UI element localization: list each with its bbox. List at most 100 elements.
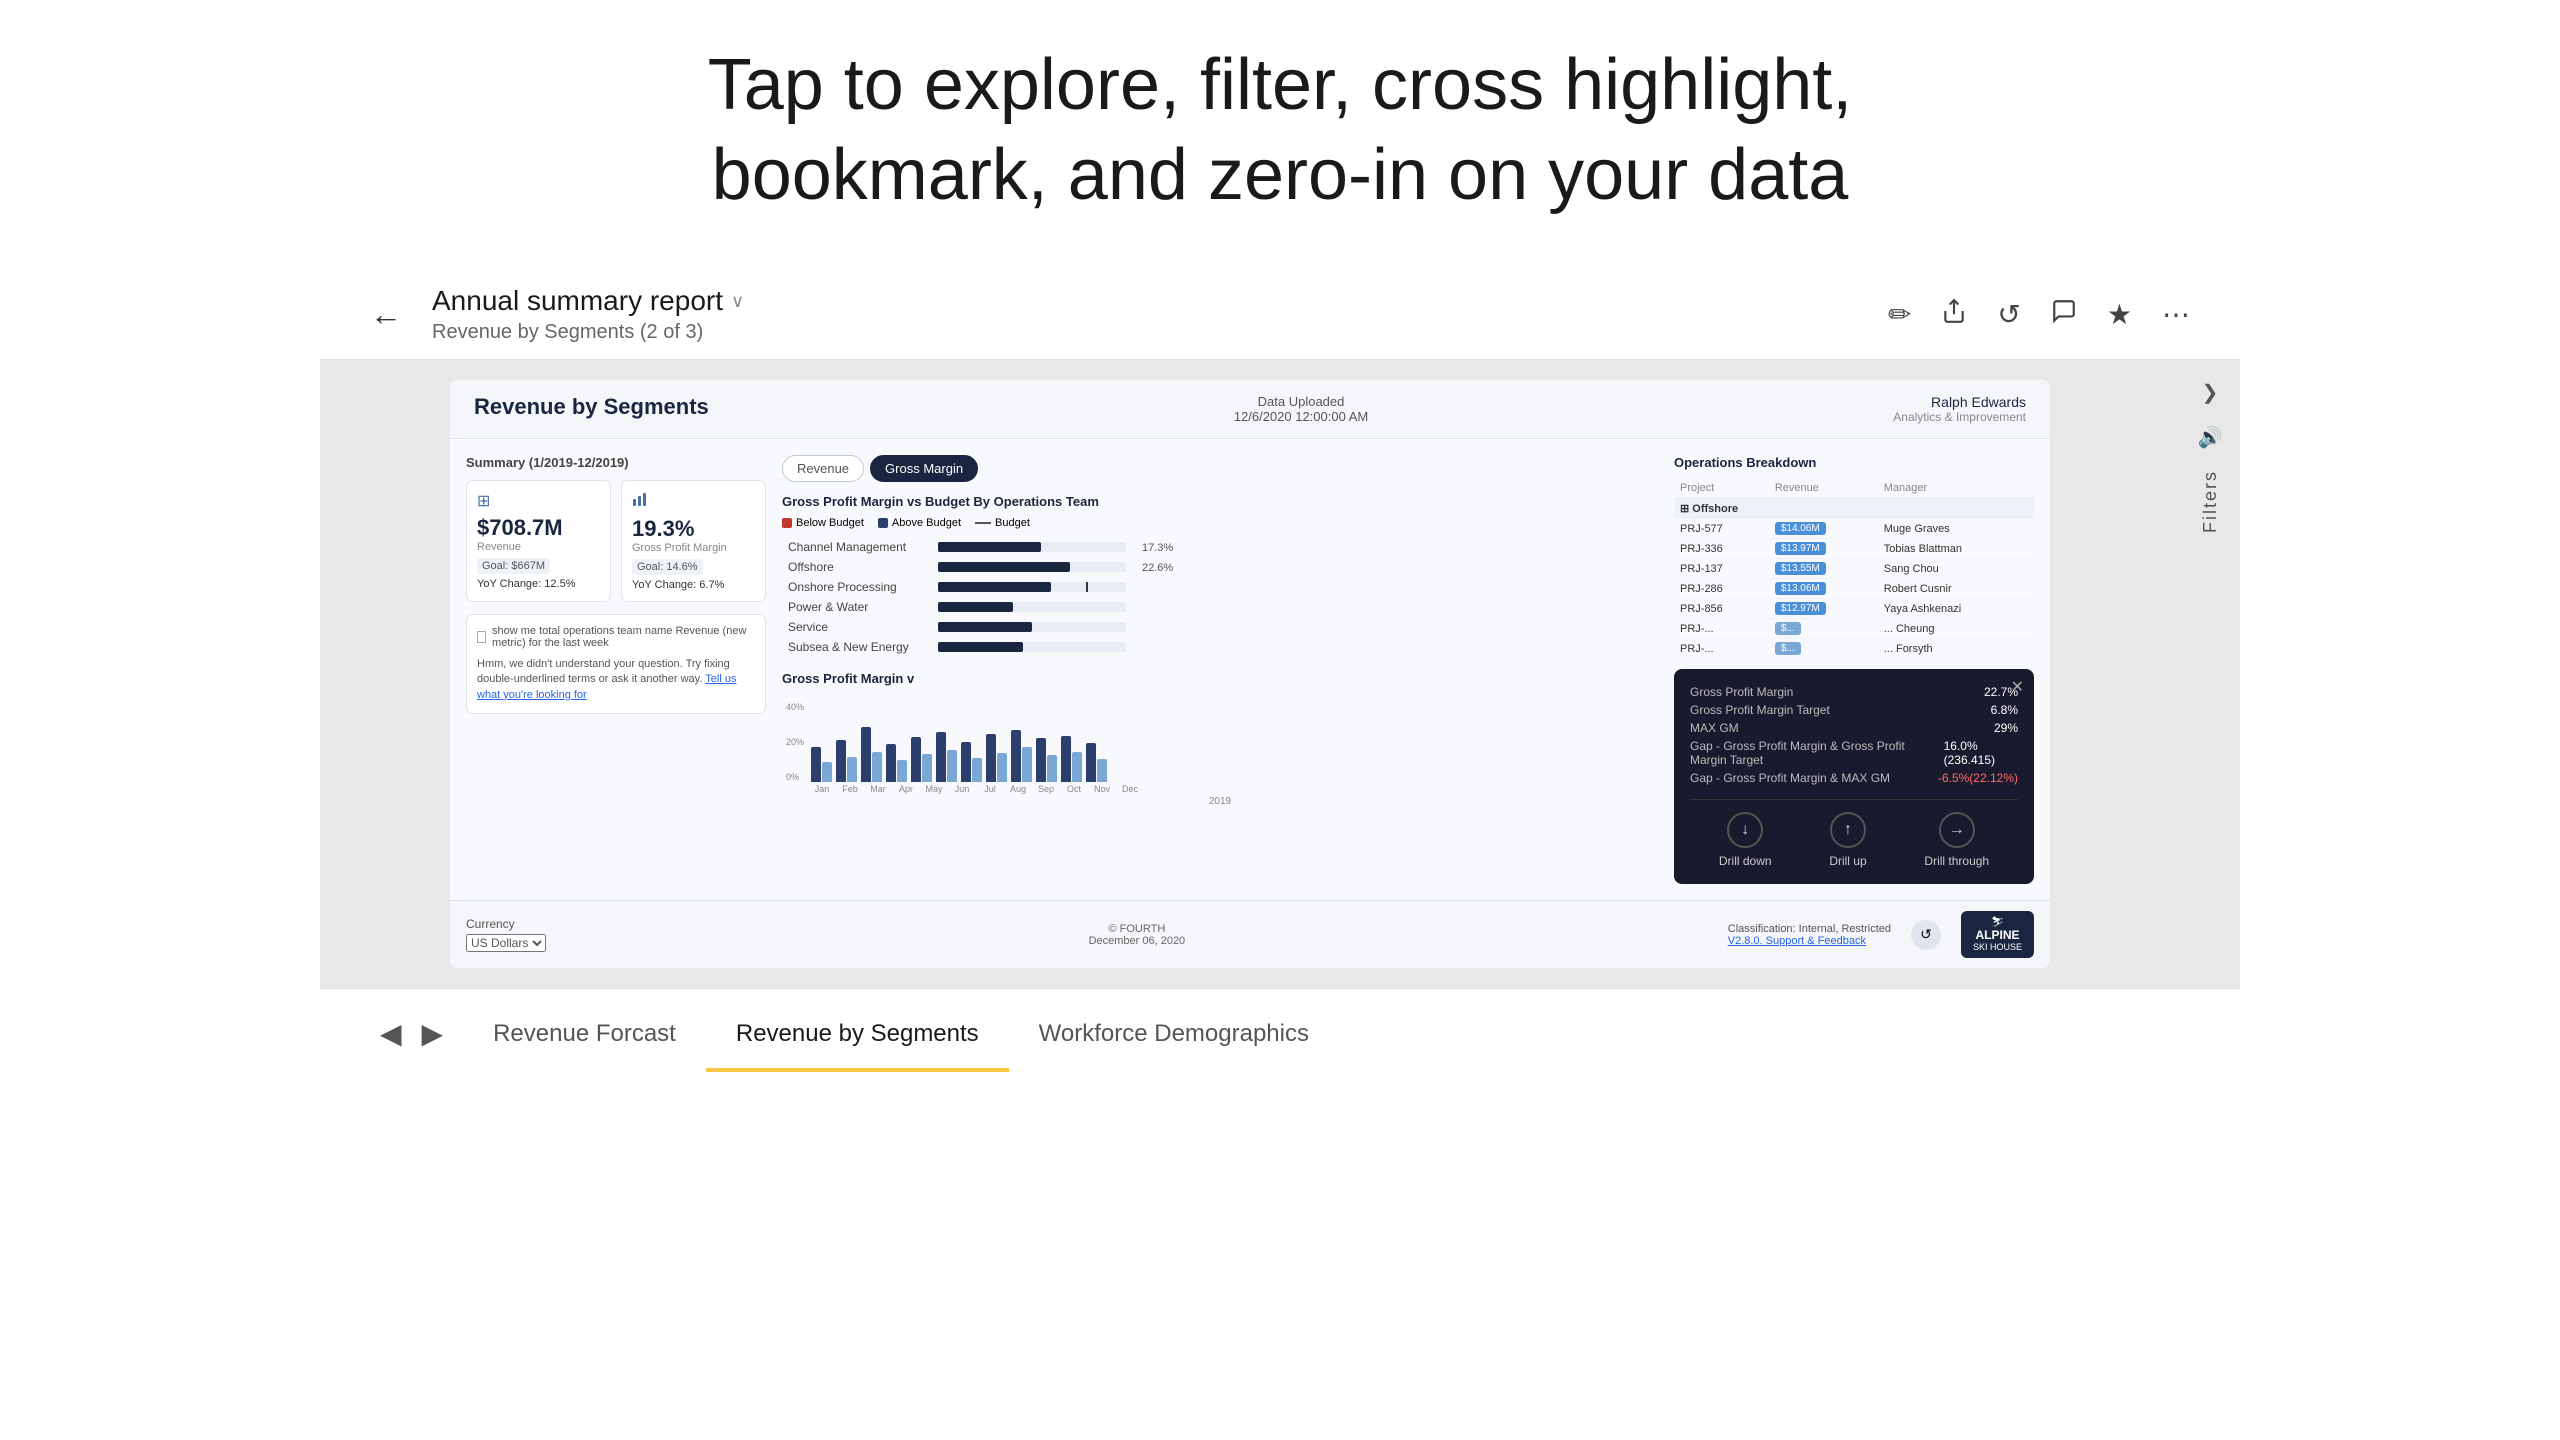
bar-cell bbox=[932, 557, 1132, 577]
bar-row-power: Power & Water bbox=[782, 597, 1658, 617]
tooltip-close-button[interactable]: ✕ bbox=[2011, 677, 2024, 697]
tooltip-label: Gross Profit Margin bbox=[1690, 685, 1793, 699]
mini-bar-light bbox=[947, 750, 957, 782]
tab-next-button[interactable]: ▶ bbox=[422, 1017, 444, 1050]
bar-pct: 22.6% bbox=[1132, 557, 1658, 577]
footer-undo-button[interactable]: ↺ bbox=[1911, 920, 1941, 950]
mini-bar-dark bbox=[911, 737, 921, 782]
nav-chevron-icon[interactable]: ∨ bbox=[731, 291, 744, 312]
tab-workforce-demographics[interactable]: Workforce Demographics bbox=[1009, 1000, 1339, 1072]
back-button[interactable]: ← bbox=[370, 296, 402, 333]
sidebar-collapse-button[interactable]: ❯ bbox=[2202, 380, 2219, 405]
hero-heading: Tap to explore, filter, cross highlight,… bbox=[708, 40, 1853, 220]
sidebar-speaker-icon[interactable]: 🔊 bbox=[2198, 425, 2223, 450]
bar-fill bbox=[938, 542, 1041, 552]
mini-bar-light bbox=[997, 753, 1007, 782]
chat-checkbox[interactable] bbox=[477, 631, 486, 643]
dashboard-viewport: Revenue by Segments Data Uploaded 12/6/2… bbox=[320, 360, 2180, 988]
bar-group-apr bbox=[886, 744, 907, 782]
kpi-gpm: 19.3% Gross Profit Margin Goal: 14.6% Yo… bbox=[621, 480, 766, 602]
mini-bar-dark bbox=[936, 732, 946, 782]
bar-label: Offshore bbox=[782, 557, 932, 577]
bar-group-nov bbox=[1061, 736, 1082, 782]
offshore-group-header: ⊞ Offshore bbox=[1674, 499, 2034, 519]
app-frame: ← Annual summary report ∨ Revenue by Seg… bbox=[320, 270, 2240, 1078]
tooltip-row-gap2: Gap - Gross Profit Margin & MAX GM -6.5%… bbox=[1690, 771, 2018, 785]
drill-down-button[interactable]: ↓ Drill down bbox=[1719, 812, 1772, 868]
content-area: Revenue by Segments Data Uploaded 12/6/2… bbox=[320, 360, 2240, 988]
project-revenue: $... bbox=[1769, 619, 1878, 639]
drill-up-icon: ↑ bbox=[1830, 812, 1866, 848]
bar-bg bbox=[938, 622, 1126, 632]
dashboard-inner: Revenue by Segments Data Uploaded 12/6/2… bbox=[450, 380, 2050, 968]
chart-section-title: Gross Profit Margin vs Budget By Operati… bbox=[782, 494, 1658, 509]
col-project: Project bbox=[1674, 478, 1769, 499]
project-manager: Tobias Blattman bbox=[1878, 539, 2034, 559]
tooltip-value: 16.0%(236.415) bbox=[1944, 739, 2018, 767]
ops-title: Operations Breakdown bbox=[1674, 455, 2034, 470]
kpi-gpm-goal: Goal: 14.6% bbox=[632, 559, 703, 575]
logo-line1: ALPINE bbox=[1973, 928, 2022, 942]
bar-label: Onshore Processing bbox=[782, 577, 932, 597]
star-icon[interactable]: ★ bbox=[2107, 298, 2132, 331]
tab-revenue-forecast[interactable]: Revenue Forcast bbox=[463, 1000, 706, 1072]
logo-line2: SKI HOUSE bbox=[1973, 942, 2022, 952]
drill-up-button[interactable]: ↑ Drill up bbox=[1829, 812, 1866, 868]
chat-text: show me total operations team name Reven… bbox=[492, 625, 755, 649]
bar-pct bbox=[1132, 597, 1658, 617]
nav-icons: ✏ ↺ ★ ⋯ bbox=[1888, 298, 2190, 331]
right-sidebar: ❯ 🔊 Filters bbox=[2180, 360, 2240, 988]
tab-revenue-by-segments[interactable]: Revenue by Segments bbox=[706, 1000, 1009, 1072]
kpi-revenue-label: Revenue bbox=[477, 541, 600, 553]
bar-pct bbox=[1132, 577, 1658, 597]
project-manager: Sang Chou bbox=[1878, 559, 2034, 579]
tooltip-label: MAX GM bbox=[1690, 721, 1739, 735]
bar-bg bbox=[938, 602, 1126, 612]
bar-group-oct bbox=[1036, 738, 1057, 782]
project-manager: Yaya Ashkenazi bbox=[1878, 599, 2034, 619]
dash-footer: Currency US Dollars © FOURTH December 06… bbox=[450, 900, 2050, 968]
mini-bar-dark bbox=[1061, 736, 1071, 782]
bar-fill bbox=[938, 642, 1023, 652]
bar-cell bbox=[932, 577, 1132, 597]
tab-prev-button[interactable]: ◀ bbox=[380, 1017, 402, 1050]
refresh-icon[interactable]: ↺ bbox=[1997, 298, 2020, 331]
kpi-gpm-yoy: YoY Change: 6.7% bbox=[632, 579, 755, 591]
top-nav: ← Annual summary report ∨ Revenue by Seg… bbox=[320, 270, 2240, 360]
bar-cell bbox=[932, 637, 1132, 657]
bar-group-jun bbox=[936, 732, 957, 782]
toggle-revenue[interactable]: Revenue bbox=[782, 455, 864, 482]
bar-bg bbox=[938, 542, 1126, 552]
mini-bar-dark bbox=[1086, 743, 1096, 782]
dash-data-uploaded: Data Uploaded 12/6/2020 12:00:00 AM bbox=[1234, 394, 1368, 424]
kpi-revenue-goal: Goal: $667M bbox=[477, 558, 550, 574]
bar-label: Power & Water bbox=[782, 597, 932, 617]
chart-x-labels: Jan Feb Mar Apr May Jun Jul Aug Sep Oct bbox=[782, 784, 1658, 794]
toggle-gross-margin[interactable]: Gross Margin bbox=[870, 455, 978, 482]
tooltip-value: 29% bbox=[1994, 721, 2018, 735]
project-manager: ... Forsyth bbox=[1878, 639, 2034, 659]
project-manager: ... Cheung bbox=[1878, 619, 2034, 639]
bar-group-aug bbox=[986, 734, 1007, 782]
chat-error: Hmm, we didn't understand your question.… bbox=[477, 657, 755, 703]
mini-bar-dark bbox=[961, 742, 971, 782]
more-icon[interactable]: ⋯ bbox=[2162, 298, 2190, 331]
share-icon[interactable] bbox=[1941, 298, 1967, 331]
pencil-icon[interactable]: ✏ bbox=[1888, 298, 1911, 331]
project-revenue: $13.97M bbox=[1769, 539, 1878, 559]
legend-row: Below Budget Above Budget Budget bbox=[782, 517, 1658, 529]
chat-link[interactable]: Tell us what you're looking for bbox=[477, 673, 736, 700]
drill-through-icon: → bbox=[1939, 812, 1975, 848]
bar-label: Service bbox=[782, 617, 932, 637]
bar-chart-table: Channel Management 17.3% Of bbox=[782, 537, 1658, 657]
currency-select[interactable]: US Dollars bbox=[466, 934, 546, 952]
comment-icon[interactable] bbox=[2051, 298, 2077, 331]
drill-through-button[interactable]: → Drill through bbox=[1924, 812, 1989, 868]
legend-above-budget: Above Budget bbox=[878, 517, 961, 529]
mini-bar-light bbox=[1072, 752, 1082, 782]
footer-logo: ⛷ ALPINE SKI HOUSE bbox=[1961, 911, 2034, 958]
legend-above-label: Above Budget bbox=[892, 517, 961, 529]
project-revenue: $12.97M bbox=[1769, 599, 1878, 619]
tooltip-row-maxgm: MAX GM 29% bbox=[1690, 721, 2018, 735]
col-manager: Manager bbox=[1878, 478, 2034, 499]
